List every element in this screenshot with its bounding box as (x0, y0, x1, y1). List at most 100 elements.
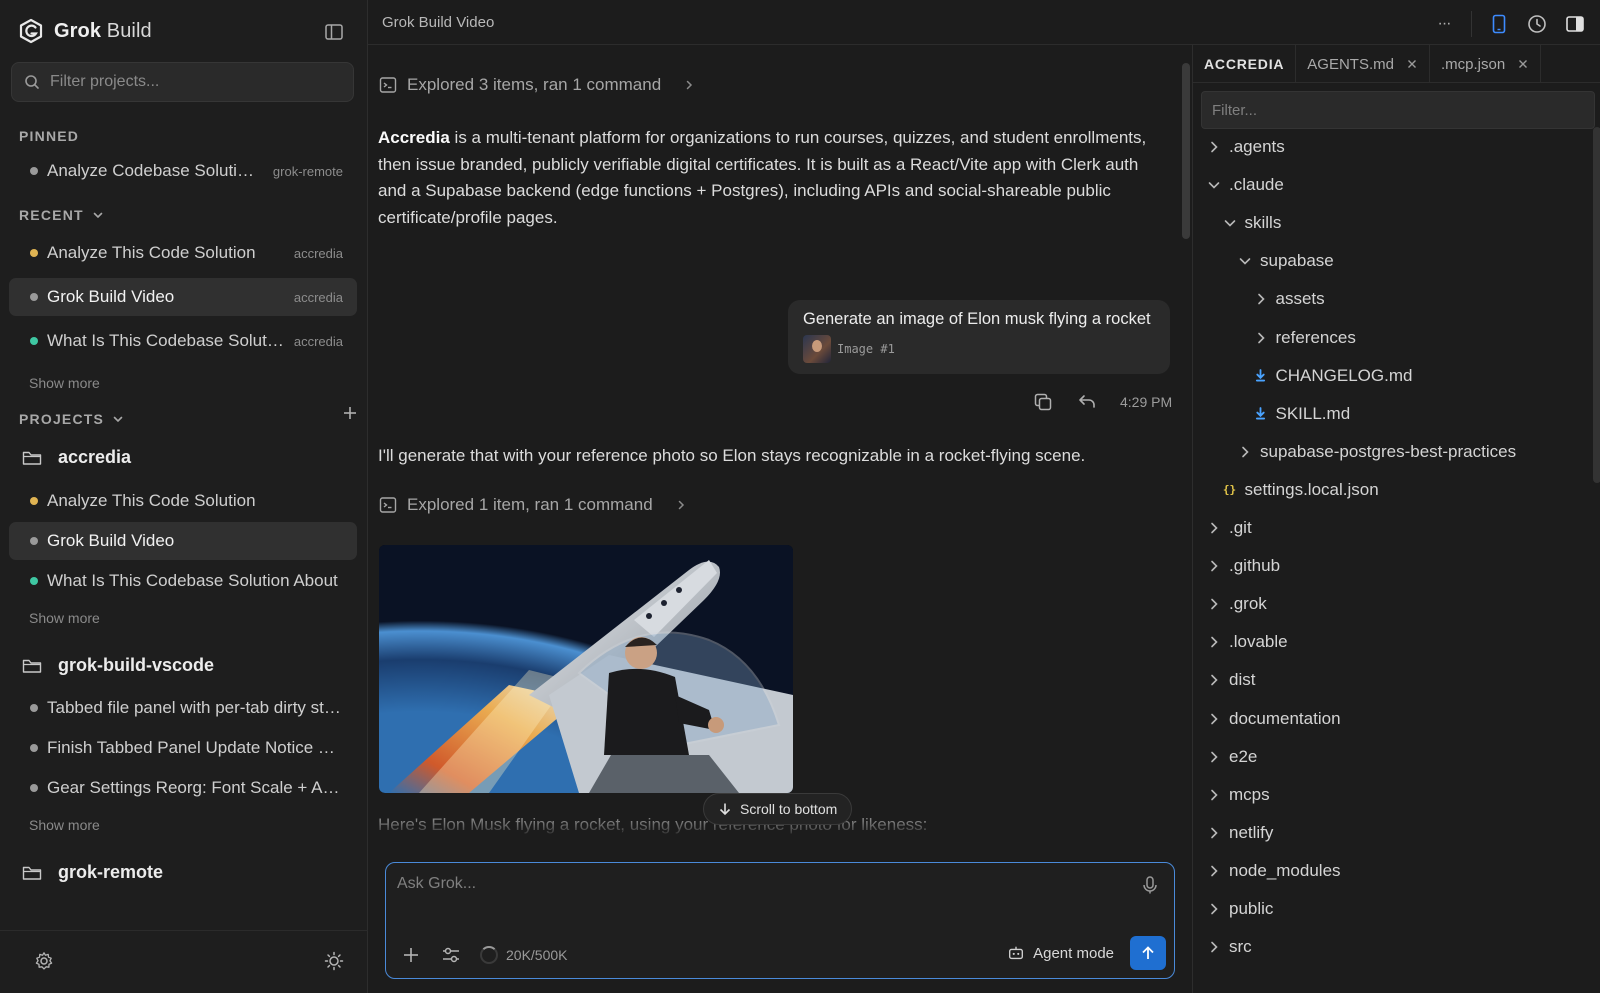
pinned-item[interactable]: Analyze Codebase Solution ... grok-remot… (9, 152, 357, 190)
status-dot (30, 293, 38, 301)
explored-summary[interactable]: Explored 3 items, ran 1 command (379, 75, 695, 95)
tree-item-label: public (1229, 899, 1274, 918)
tree-filter (1201, 91, 1595, 129)
tree-folder[interactable]: .grok (1207, 589, 1267, 619)
tree-folder[interactable]: e2e (1207, 742, 1257, 772)
recent-item[interactable]: Analyze This Code Solution accredia (9, 234, 357, 272)
chevron-right-icon (678, 500, 684, 510)
project-grok-remote[interactable]: grok-remote (22, 862, 163, 883)
tree-folder[interactable]: documentation (1207, 704, 1341, 734)
theme-sun-icon[interactable] (324, 951, 344, 971)
chevron-right-icon (1211, 522, 1218, 534)
markdown-file-icon (1254, 369, 1268, 383)
sidebar-toggle-icon[interactable] (324, 22, 344, 42)
microphone-icon[interactable] (1140, 875, 1160, 895)
scroll-to-bottom-button[interactable]: Scroll to bottom (703, 793, 853, 825)
chevron-right-icon (1257, 294, 1265, 305)
tree-filter-input[interactable] (1212, 101, 1572, 119)
more-options-icon[interactable]: ··· (1433, 13, 1455, 35)
tree-file[interactable]: SKILL.md (1254, 399, 1350, 429)
ask-grok-input[interactable] (397, 875, 1097, 905)
copy-icon[interactable] (1032, 391, 1054, 413)
composer: 20K/500K Agent mode (385, 862, 1175, 979)
project-name: grok-remote (58, 862, 164, 882)
tab-label: AGENTS.md (1307, 55, 1394, 73)
chevron-down-icon (93, 212, 103, 219)
project-item[interactable]: Tabbed file panel with per-tab dirty sta… (9, 689, 357, 727)
tree-folder[interactable]: src (1207, 932, 1252, 962)
project-show-more[interactable]: Show more (29, 610, 100, 626)
filter-projects-input[interactable] (50, 73, 330, 91)
project-show-more[interactable]: Show more (29, 817, 100, 833)
undo-icon[interactable] (1076, 391, 1098, 413)
top-bar: Grok Build Video ··· (368, 0, 1600, 45)
tree-folder[interactable]: public (1207, 894, 1273, 924)
recent-item[interactable]: What Is This Codebase Solution... accred… (9, 322, 357, 360)
tree-file[interactable]: {} settings.local.json (1223, 475, 1379, 505)
project-tag: grok-remote (272, 163, 343, 179)
tree-folder[interactable]: netlify (1207, 818, 1273, 848)
tree-folder[interactable]: mcps (1207, 780, 1270, 810)
recent-show-more[interactable]: Show more (29, 375, 100, 391)
tree-folder[interactable]: .github (1207, 551, 1280, 581)
brand: Grok Build (18, 18, 152, 44)
tab-accredia[interactable]: ACCREDIA (1193, 45, 1297, 83)
conversation-title-header: Grok Build Video (382, 14, 495, 31)
image-attachment[interactable]: Image #1 (803, 335, 1156, 363)
tree-folder[interactable]: .claude (1207, 170, 1284, 200)
device-preview-icon[interactable] (1488, 13, 1510, 35)
tree-folder[interactable]: .lovable (1207, 627, 1288, 657)
chevron-right-icon (1257, 332, 1265, 343)
tree-item-label: .git (1229, 518, 1252, 537)
settings-sliders-icon[interactable] (440, 944, 462, 966)
agent-mode-label: Agent mode (1033, 944, 1114, 962)
conversation-title: What Is This Codebase Solution About (47, 571, 338, 590)
projects-heading[interactable]: PROJECTS (19, 411, 124, 427)
close-icon[interactable] (1517, 58, 1529, 70)
tree-folder[interactable]: references (1254, 323, 1356, 353)
project-grok-build-vscode[interactable]: grok-build-vscode (22, 655, 214, 676)
chevron-down-icon (1224, 220, 1235, 227)
tree-item-label: e2e (1229, 746, 1258, 766)
chevron-right-icon (1211, 141, 1218, 153)
project-item[interactable]: Analyze This Code Solution (9, 482, 357, 520)
project-item[interactable]: What Is This Codebase Solution About (9, 562, 357, 600)
project-item[interactable]: Finish Tabbed Panel Update Notice Fixes (9, 729, 357, 767)
tree-folder[interactable]: supabase (1238, 246, 1334, 276)
context-usage-ring (480, 946, 498, 964)
tab-mcp-json[interactable]: .mcp.json (1430, 45, 1542, 83)
add-attachment-icon[interactable] (400, 944, 422, 966)
project-item-active[interactable]: Grok Build Video (9, 522, 357, 560)
explored-text: Explored 3 items, ran 1 command (407, 75, 662, 94)
generated-image[interactable] (379, 545, 793, 793)
chevron-right-icon (1211, 675, 1218, 686)
tree-folder[interactable]: .git (1207, 513, 1252, 543)
send-button[interactable] (1130, 936, 1166, 970)
project-item[interactable]: Gear Settings Reorg: Font Scale + Adva..… (9, 769, 357, 807)
recent-heading[interactable]: RECENT (19, 207, 104, 223)
toggle-right-panel-icon[interactable] (1564, 13, 1586, 35)
history-clock-icon[interactable] (1526, 13, 1548, 35)
recent-item-active[interactable]: Grok Build Video accredia (9, 278, 357, 316)
close-icon[interactable] (1406, 58, 1418, 70)
tree-folder[interactable]: skills (1223, 208, 1281, 238)
tree-scrollbar[interactable] (1593, 127, 1600, 483)
gear-icon[interactable] (34, 951, 54, 971)
tree-folder[interactable]: supabase-postgres-best-practices (1238, 437, 1516, 467)
project-accredia[interactable]: accredia (22, 447, 131, 468)
add-project-icon[interactable] (342, 405, 358, 421)
tree-folder[interactable]: assets (1254, 284, 1325, 314)
tree-folder[interactable]: node_modules (1207, 856, 1341, 886)
conversation-title: Analyze Codebase Solution ... (47, 161, 263, 180)
scroll-to-bottom-label: Scroll to bottom (740, 801, 838, 817)
arrow-up-icon (1142, 946, 1154, 959)
tree-folder[interactable]: .agents (1207, 132, 1285, 162)
chevron-right-icon (686, 80, 693, 90)
tree-folder[interactable]: dist (1207, 665, 1255, 695)
agent-mode-toggle[interactable]: Agent mode (1007, 944, 1114, 962)
explored-summary[interactable]: Explored 1 item, ran 1 command (379, 495, 687, 515)
chat-scrollbar[interactable] (1182, 63, 1190, 239)
tab-agents-md[interactable]: AGENTS.md (1296, 45, 1430, 83)
status-dot (30, 744, 38, 752)
tree-file[interactable]: CHANGELOG.md (1254, 361, 1412, 391)
